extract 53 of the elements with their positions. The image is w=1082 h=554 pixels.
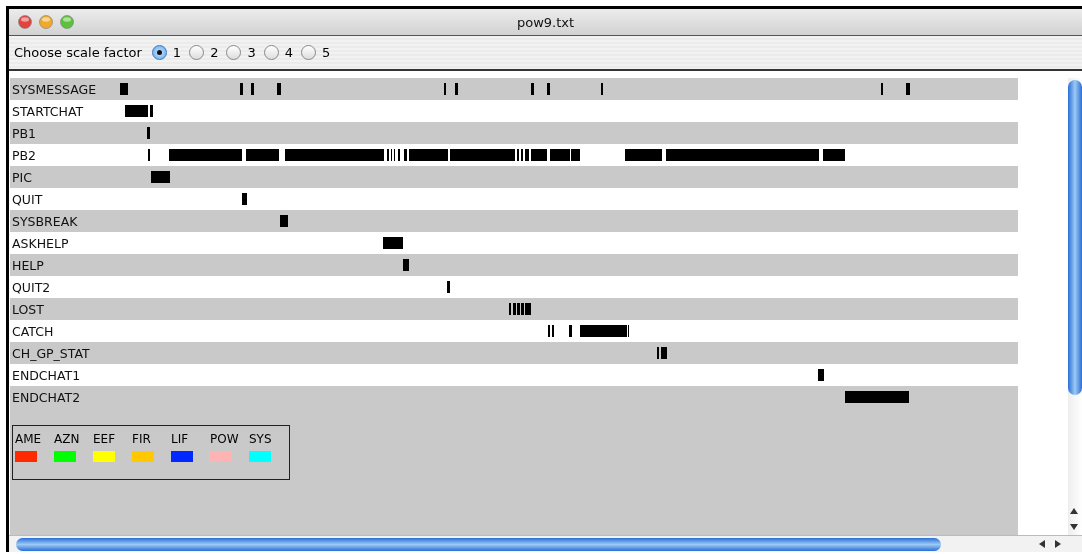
- event-marks-drawing: [657, 347, 667, 359]
- window-control-icon[interactable]: [18, 15, 32, 29]
- event-label: ENDCHAT1: [11, 367, 81, 383]
- legend-label: AZN: [54, 432, 80, 446]
- event-label: QUIT2: [11, 279, 51, 295]
- event-label: ENDCHAT2: [11, 389, 81, 405]
- window-title: pow9.txt: [516, 14, 575, 30]
- scale-radio-option[interactable]: 5: [300, 45, 331, 60]
- event-marks-drawing: [147, 127, 150, 139]
- scale-radio-option[interactable]: 1: [151, 45, 182, 60]
- event-label: HELP: [11, 257, 44, 273]
- legend-label: SYS: [249, 432, 272, 446]
- event-label: STARTCHAT: [11, 103, 84, 119]
- legend-label: EEF: [93, 432, 116, 446]
- event-marks-drawing: [509, 303, 531, 315]
- event-marks-drawing: [447, 281, 450, 293]
- event-label: PIC: [11, 169, 32, 185]
- radio-button[interactable]: [226, 45, 242, 60]
- event-marks-drawing: [125, 105, 153, 117]
- horizontal-scrollbar[interactable]: [9, 535, 1082, 552]
- radio-button[interactable]: [189, 45, 205, 60]
- event-label: LOST: [11, 301, 44, 317]
- scale-radio-option[interactable]: 2: [189, 45, 219, 60]
- event-marks-drawing: [383, 237, 403, 249]
- window-control-icon[interactable]: [60, 15, 74, 29]
- event-label: PB2: [11, 147, 37, 163]
- event-label: CATCH: [11, 323, 54, 339]
- event-marks-drawing: [280, 215, 288, 227]
- legend-label: FIR: [132, 432, 151, 446]
- scroll-thumb[interactable]: [16, 537, 941, 551]
- event-marks-drawing: [151, 171, 170, 183]
- event-label: PB1: [11, 125, 37, 141]
- event-label: QUIT: [11, 191, 43, 207]
- radio-button[interactable]: [263, 45, 279, 60]
- legend-label: POW: [210, 432, 239, 446]
- scale-factor-label: Choose scale factor: [14, 45, 142, 60]
- scale-radio-option[interactable]: 3: [226, 45, 256, 60]
- event-marks-drawing: [242, 193, 247, 205]
- window-control-icon[interactable]: [39, 15, 53, 29]
- event-marks-drawing: [845, 391, 909, 403]
- event-label: SYSBREAK: [11, 213, 78, 229]
- legend-label: AME: [15, 432, 42, 446]
- scroll-thumb[interactable]: [1068, 80, 1082, 395]
- event-marks-drawing: [403, 259, 409, 271]
- radio-button[interactable]: [151, 45, 167, 60]
- vertical-scrollbar[interactable]: [1068, 78, 1082, 535]
- event-marks-drawing: [818, 369, 824, 381]
- event-label: ASKHELP: [11, 235, 69, 251]
- radio-button[interactable]: [300, 45, 316, 60]
- scale-radio-option[interactable]: 4: [263, 45, 293, 60]
- legend-label: LIF: [171, 432, 189, 446]
- event-label: SYSMESSAGE: [11, 81, 97, 97]
- event-label: CH_GP_STAT: [11, 345, 90, 361]
